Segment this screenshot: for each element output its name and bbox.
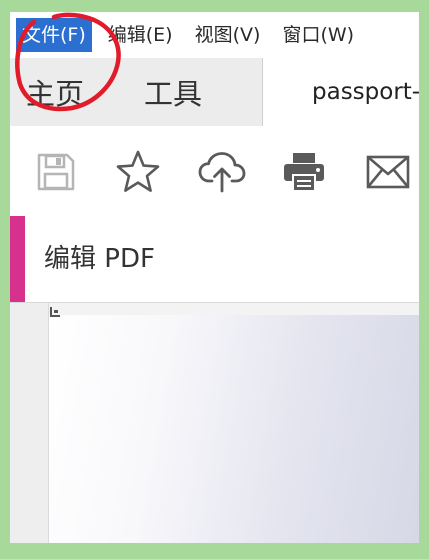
document-area <box>10 303 419 543</box>
cloud-upload-icon <box>198 152 246 193</box>
menu-view[interactable]: 视图(V) <box>189 18 267 52</box>
printer-icon <box>284 153 324 192</box>
save-icon <box>37 153 75 191</box>
panel-title: 编辑 PDF <box>44 244 155 274</box>
email-button[interactable] <box>362 146 414 198</box>
pdf-editor-window: 文件(F) 编辑(E) 视图(V) 窗口(W) 主页 工具 passport- <box>10 12 419 543</box>
menu-edit[interactable]: 编辑(E) <box>102 18 179 52</box>
pdf-page-preview[interactable] <box>49 315 419 543</box>
save-button[interactable] <box>30 146 82 198</box>
tab-bar: 主页 工具 passport- <box>10 58 419 127</box>
print-button[interactable] <box>278 146 330 198</box>
upload-button[interactable] <box>196 146 248 198</box>
star-icon <box>116 150 160 192</box>
tab-document[interactable]: passport- <box>312 58 419 126</box>
bookmark-button[interactable] <box>112 146 164 198</box>
page-corner-icon <box>50 307 60 317</box>
menu-bar: 文件(F) 编辑(E) 视图(V) 窗口(W) <box>10 12 419 58</box>
tab-tools[interactable]: 工具 <box>128 71 202 113</box>
menu-window[interactable]: 窗口(W) <box>276 18 360 52</box>
toolbar <box>10 126 419 217</box>
tool-panel-header: 编辑 PDF <box>10 216 419 303</box>
tab-group-nav: 主页 工具 <box>10 58 263 126</box>
tool-accent-bar <box>10 216 25 302</box>
mail-icon <box>366 155 410 189</box>
tab-home[interactable]: 主页 <box>10 71 84 113</box>
menu-file[interactable]: 文件(F) <box>16 18 92 52</box>
left-navigation-rail[interactable] <box>10 303 49 543</box>
